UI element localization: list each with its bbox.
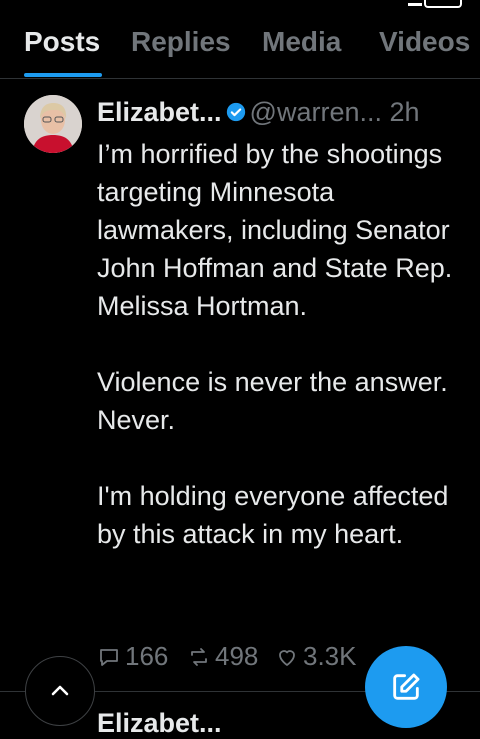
avatar[interactable] bbox=[24, 95, 82, 153]
compose-icon bbox=[393, 673, 420, 700]
post-paragraph: I'm holding everyone affected by this at… bbox=[97, 481, 449, 549]
post-paragraph: I’m horrified by the shootings targeting… bbox=[97, 139, 453, 321]
tab-media[interactable]: Media bbox=[262, 26, 341, 58]
repost-icon bbox=[191, 647, 207, 666]
like-button[interactable]: 3.3K bbox=[275, 641, 357, 672]
active-tab-indicator bbox=[24, 73, 102, 77]
tab-replies[interactable]: Replies bbox=[131, 26, 231, 58]
reply-icon bbox=[100, 648, 118, 666]
chevron-up-icon bbox=[51, 685, 69, 696]
verified-badge-icon bbox=[226, 102, 245, 122]
reply-count: 166 bbox=[125, 641, 169, 671]
next-post-author-name[interactable]: Elizabet... bbox=[97, 708, 222, 739]
scroll-to-top-button[interactable] bbox=[25, 656, 95, 726]
like-count: 3.3K bbox=[303, 641, 357, 671]
post-header: Elizabet... @warren... 2h bbox=[97, 97, 467, 131]
reply-button[interactable]: 166 bbox=[97, 641, 168, 672]
tab-posts[interactable]: Posts bbox=[24, 26, 100, 58]
post-paragraph: Violence is never the answer. Never. bbox=[97, 367, 448, 435]
like-icon bbox=[279, 649, 295, 666]
profile-tabs: Posts Replies Media Videos bbox=[0, 14, 480, 79]
post[interactable]: Elizabet... @warren... 2h I’m horrified b… bbox=[0, 79, 480, 691]
author-handle[interactable]: @warren... bbox=[250, 97, 382, 127]
battery-icon bbox=[424, 0, 462, 8]
post-time: 2h bbox=[389, 97, 420, 127]
status-bar bbox=[0, 0, 480, 10]
repost-button[interactable]: 498 bbox=[187, 641, 258, 672]
tab-videos[interactable]: Videos bbox=[379, 26, 470, 58]
signal-icon bbox=[408, 0, 422, 6]
post-text: I’m horrified by the shootings targeting… bbox=[97, 135, 467, 553]
author-name[interactable]: Elizabet... bbox=[97, 97, 222, 127]
repost-count: 498 bbox=[215, 641, 259, 671]
compose-button[interactable] bbox=[365, 646, 447, 728]
